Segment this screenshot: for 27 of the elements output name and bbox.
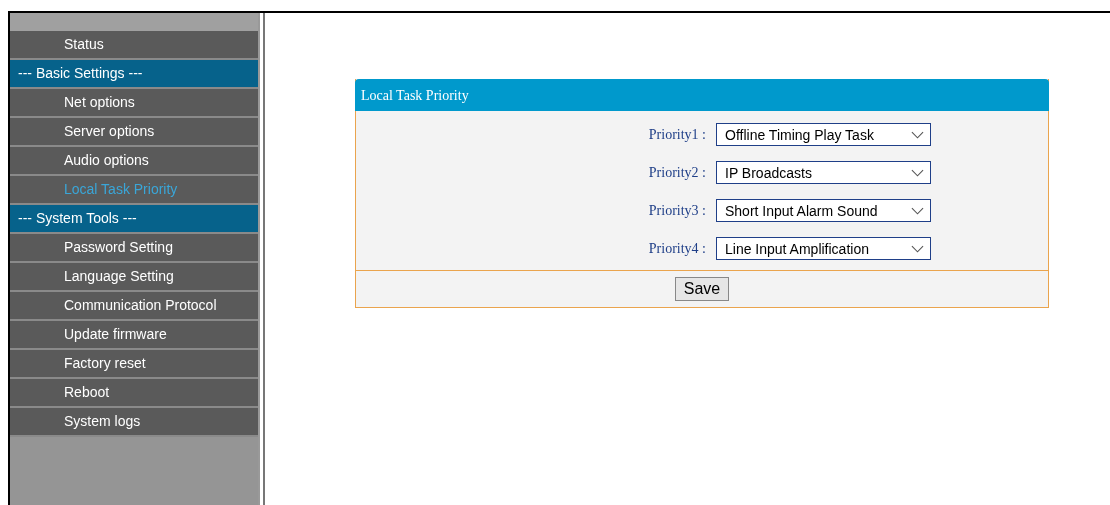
sidebar-item[interactable]: Net options	[10, 89, 258, 118]
dropdown[interactable]: IP Broadcasts	[716, 161, 931, 184]
sidebar-item[interactable]: Language Setting	[10, 263, 258, 292]
chevron-down-icon	[911, 244, 924, 253]
sidebar-item[interactable]: Reboot	[10, 379, 258, 408]
sidebar-item[interactable]: Password Setting	[10, 234, 258, 263]
chevron-down-icon	[911, 206, 924, 215]
chevron-down-icon	[911, 168, 924, 177]
chevron-down-icon	[911, 130, 924, 139]
sidebar-section-header: --- Basic Settings ---	[10, 60, 258, 89]
sidebar-item[interactable]: Communication Protocol	[10, 292, 258, 321]
dropdown[interactable]: Short Input Alarm Sound	[716, 199, 931, 222]
field-label: Priority4 :	[647, 240, 706, 257]
field-label: Priority3 :	[647, 202, 706, 219]
sidebar-item[interactable]: Audio options	[10, 147, 258, 176]
field-label: Priority2 :	[647, 164, 706, 181]
sidebar-item[interactable]: System logs	[10, 408, 258, 437]
dropdown[interactable]: Line Input Amplification	[716, 237, 931, 260]
sidebar-section-header: --- System Tools ---	[10, 205, 258, 234]
field-label: Priority1 :	[647, 126, 706, 143]
save-button[interactable]: Save	[674, 277, 730, 301]
sidebar-item[interactable]: Factory reset	[10, 350, 258, 379]
sidebar-item[interactable]: Update firmware	[10, 321, 258, 350]
dropdown[interactable]: Offline Timing Play Task	[716, 123, 931, 146]
sidebar-item[interactable]: Server options	[10, 118, 258, 147]
sidebar-item[interactable]: Status	[10, 31, 258, 60]
panel-title: Local Task Priority	[355, 79, 1049, 111]
